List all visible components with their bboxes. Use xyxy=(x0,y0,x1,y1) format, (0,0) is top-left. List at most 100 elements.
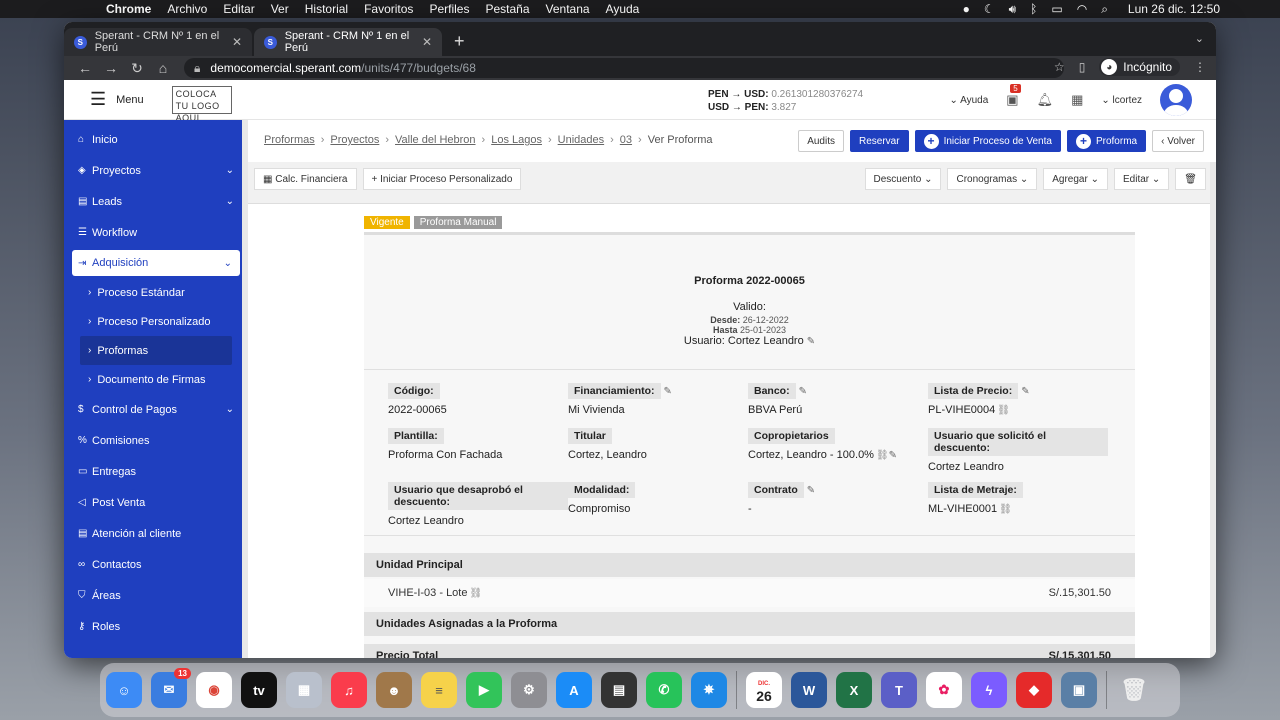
music-icon[interactable]: ♫ xyxy=(331,672,367,708)
pencil-icon[interactable]: ✎ xyxy=(889,450,897,461)
editar-dropdown[interactable]: Editar ⌄ xyxy=(1114,168,1170,190)
menu-app-name[interactable]: Chrome xyxy=(106,2,151,16)
trash-icon[interactable]: 🗑︎ xyxy=(1116,672,1152,708)
sidebar-item-inicio[interactable]: ⌂ Inicio xyxy=(64,124,248,155)
calc-financiera-button[interactable]: ▦ Calc. Financiera xyxy=(254,168,357,190)
menu-archivo[interactable]: Archivo xyxy=(167,2,207,16)
bell-icon[interactable]: 🔔︎ xyxy=(1037,92,1054,108)
wifi-icon[interactable]: ◠ xyxy=(1077,2,1087,16)
unit-name[interactable]: VIHE-I-03 - Lote xyxy=(388,587,467,599)
battery-icon[interactable]: ▭ xyxy=(1051,2,1062,16)
anydesk-icon[interactable]: ◆ xyxy=(1016,672,1052,708)
user-dropdown[interactable]: ⌄ lcortez xyxy=(1101,95,1142,106)
sidebar-item-control-pagos[interactable]: $ Control de Pagos ⌄ xyxy=(64,394,248,425)
menu-label[interactable]: Menu xyxy=(116,94,144,106)
breadcrumb-link-stage[interactable]: Los Lagos xyxy=(491,134,542,146)
menu-ver[interactable]: Ver xyxy=(271,2,289,16)
menu-editar[interactable]: Editar xyxy=(223,2,254,16)
main-scrollbar[interactable] xyxy=(1210,162,1216,658)
incognito-indicator[interactable]: ◕ Incógnito xyxy=(1099,58,1180,76)
record-icon[interactable]: ● xyxy=(963,2,970,16)
teams-icon[interactable]: T xyxy=(881,672,917,708)
descuento-dropdown[interactable]: Descuento ⌄ xyxy=(864,168,942,190)
new-tab-icon[interactable]: + xyxy=(454,31,465,52)
menubar-clock[interactable]: Lun 26 dic. 12:50 xyxy=(1128,2,1220,16)
reload-icon[interactable]: ↻ xyxy=(124,60,150,77)
sidebar-item-roles[interactable]: ⚷ Roles xyxy=(64,611,248,642)
apple-tv-icon[interactable]: tv xyxy=(241,672,277,708)
chrome-icon[interactable]: ◉ xyxy=(196,672,232,708)
sidebar-item-atencion-cliente[interactable]: ▤ Atención al cliente xyxy=(64,518,248,549)
browser-tab-2[interactable]: S Sperant - CRM Nº 1 en el Perú ✕ xyxy=(254,28,442,56)
sidebar-item-comisiones[interactable]: % Comisiones xyxy=(64,425,248,456)
tab-search-chevron-icon[interactable]: ⌄ xyxy=(1195,32,1204,45)
breadcrumb-link-proformas[interactable]: Proformas xyxy=(264,134,315,146)
link-icon[interactable]: ⛓ xyxy=(999,504,1012,515)
company-logo[interactable]: COLOCA TU LOGO AQUI xyxy=(171,85,232,123)
link-icon[interactable]: ⛓ xyxy=(876,450,889,461)
launchpad-icon[interactable]: ▦ xyxy=(286,672,322,708)
cronogramas-dropdown[interactable]: Cronogramas ⌄ xyxy=(947,168,1038,190)
mail-icon[interactable]: ✉ 13 xyxy=(151,668,191,708)
menu-ventana[interactable]: Ventana xyxy=(546,2,590,16)
help-dropdown[interactable]: ⌄ Ayuda xyxy=(949,95,988,106)
iniciar-proceso-venta-button[interactable]: + Iniciar Proceso de Venta xyxy=(914,130,1061,152)
trash-icon[interactable]: 🗑︎ xyxy=(1175,168,1206,190)
link-icon[interactable]: ⛓ xyxy=(997,405,1010,416)
field-value[interactable]: ML-VIHE0001 xyxy=(928,503,997,515)
back-icon[interactable]: ← xyxy=(72,60,98,76)
kebab-menu-icon[interactable]: ⋮ xyxy=(1194,60,1206,74)
sidebar-item-post-venta[interactable]: ◁ Post Venta xyxy=(64,487,248,518)
system-preferences-icon[interactable]: ⚙ xyxy=(511,672,547,708)
moon-icon[interactable]: ☾ xyxy=(984,2,995,16)
home-icon[interactable]: ⌂ xyxy=(150,60,176,76)
breadcrumb-link-project[interactable]: Valle del Hebron xyxy=(395,134,476,146)
contacts-icon[interactable]: ☻ xyxy=(376,672,412,708)
menu-favoritos[interactable]: Favoritos xyxy=(364,2,413,16)
facetime-icon[interactable]: ▶ xyxy=(466,672,502,708)
bluetooth-icon[interactable]: ᛒ xyxy=(1030,2,1037,16)
sidebar-item-leads[interactable]: ▤ Leads ⌄ xyxy=(64,186,248,217)
calculator-icon[interactable]: ▤ xyxy=(601,672,637,708)
agregar-dropdown[interactable]: Agregar ⌄ xyxy=(1043,168,1108,190)
calendar-icon[interactable]: ▦ xyxy=(1071,92,1083,108)
sidebar-item-areas[interactable]: ⛉ Áreas xyxy=(64,580,248,611)
pencil-icon[interactable]: ✎ xyxy=(664,386,672,397)
spotlight-icon[interactable]: ⌕ xyxy=(1101,2,1108,17)
pencil-icon[interactable]: ✎ xyxy=(1021,386,1029,397)
calendar-icon[interactable]: DIC. 26 xyxy=(746,672,782,708)
link-icon[interactable]: ⛓ xyxy=(469,588,482,599)
hamburger-icon[interactable]: ☰ xyxy=(90,89,106,110)
browser-tab-1[interactable]: S Sperant - CRM Nº 1 en el Perú ✕ xyxy=(64,28,252,56)
proforma-button[interactable]: + Proforma xyxy=(1066,130,1147,152)
breadcrumb-link-proyectos[interactable]: Proyectos xyxy=(330,134,379,146)
breadcrumb-link-unidades[interactable]: Unidades xyxy=(558,134,604,146)
menu-pestana[interactable]: Pestaña xyxy=(485,2,529,16)
menu-historial[interactable]: Historial xyxy=(305,2,348,16)
pencil-icon[interactable]: ✎ xyxy=(807,336,815,347)
safari-icon[interactable]: ✵ xyxy=(691,672,727,708)
close-tab-icon[interactable]: ✕ xyxy=(422,35,432,49)
sidebar-subitem-proceso-personalizado[interactable]: › Proceso Personalizado xyxy=(64,307,248,336)
word-icon[interactable]: W xyxy=(791,672,827,708)
menu-perfiles[interactable]: Perfiles xyxy=(429,2,469,16)
photos-icon[interactable]: ✿ xyxy=(926,672,962,708)
lock-icon[interactable]: 🔒︎ xyxy=(194,61,200,76)
volver-button[interactable]: ‹ Volver xyxy=(1152,130,1204,152)
reservar-button[interactable]: Reservar xyxy=(849,130,909,152)
sidebar-item-entregas[interactable]: ▭ Entregas xyxy=(64,456,248,487)
excel-icon[interactable]: X xyxy=(836,672,872,708)
pencil-icon[interactable]: ✎ xyxy=(807,485,815,496)
sidebar-subitem-proceso-estandar[interactable]: › Proceso Estándar xyxy=(64,278,248,307)
preview-icon[interactable]: ▣ xyxy=(1061,672,1097,708)
sidebar-item-proyectos[interactable]: ◈ Proyectos ⌄ xyxy=(64,155,248,186)
sidebar-item-contactos[interactable]: ∞ Contactos xyxy=(64,549,248,580)
sidebar-item-adquisicion[interactable]: ⇥ Adquisición ⌄ xyxy=(72,250,240,276)
bookmark-star-icon[interactable]: ☆ xyxy=(1054,60,1065,74)
tasks-button[interactable]: ▣ 5 xyxy=(1006,84,1021,108)
sidebar-subitem-proformas[interactable]: › Proformas xyxy=(80,336,232,365)
forward-icon[interactable]: → xyxy=(98,60,124,76)
iniciar-proceso-personalizado-button[interactable]: + Iniciar Proceso Personalizado xyxy=(362,168,522,190)
menu-ayuda[interactable]: Ayuda xyxy=(606,2,640,16)
volume-icon[interactable]: 🔊︎ xyxy=(1009,2,1017,17)
